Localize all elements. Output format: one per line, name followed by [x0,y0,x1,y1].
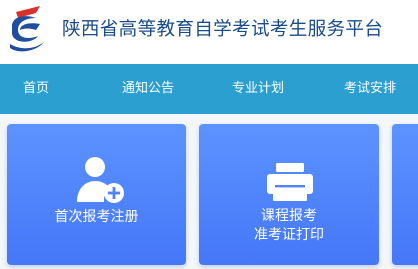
course-registration-label-line1: 课程报考 [261,208,317,224]
next-service-card-partial[interactable] [392,124,418,265]
site-logo-icon[interactable] [6,4,46,56]
user-add-icon [77,157,124,203]
printer-icon [267,163,313,201]
course-registration-label-line2: 准考证打印 [254,227,324,243]
site-title: 陕西省高等教育自学考试考生服务平台 [62,19,384,40]
first-registration-label: 首次报考注册 [54,209,139,225]
nav-item-major-plan[interactable]: 专业计划 [232,64,284,114]
course-registration-card[interactable]: 课程报考 准考证打印 [199,124,379,265]
site-header: 陕西省高等教育自学考试考生服务平台 [0,0,418,64]
first-registration-card[interactable]: 首次报考注册 [7,124,186,265]
nav-item-exam-schedule[interactable]: 考试安排 [344,64,396,114]
nav-item-home[interactable]: 首页 [23,64,49,114]
main-nav: 首页 通知公告 专业计划 考试安排 [0,64,418,114]
nav-item-notices[interactable]: 通知公告 [122,64,174,114]
